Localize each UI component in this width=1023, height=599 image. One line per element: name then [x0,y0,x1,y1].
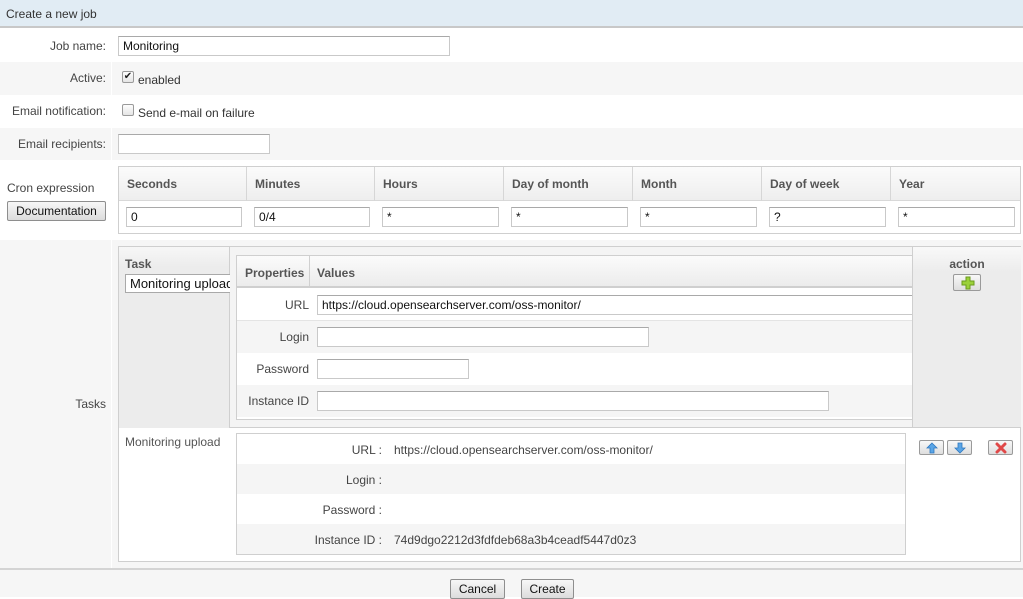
cron-table: Seconds Minutes Hours Day of month Month… [118,166,1021,234]
cron-header-seconds: Seconds [119,167,247,201]
summary-key-password: Password : [322,503,382,517]
arrow-down-icon [954,442,966,454]
summary-row-login: Login : [237,464,905,494]
cron-expression-label: Cron expression [7,181,95,195]
email-notification-checkbox[interactable] [122,104,134,116]
summary-row-url: URL : https://cloud.opensearchserver.com… [237,434,905,464]
email-notification-checkbox-label: Send e-mail on failure [138,106,255,120]
property-key-password: Password [256,362,309,376]
cron-day-of-month-input[interactable] [511,207,628,227]
cron-header-day-of-month: Day of month [504,167,633,201]
email-recipients-row: Email recipients: [0,128,1023,160]
page-title: Create a new job [6,7,97,21]
property-key-instance-id: Instance ID [248,394,309,408]
active-checkbox-label: enabled [138,73,181,87]
delete-task-button[interactable] [988,440,1013,455]
tasks-label: Tasks [75,397,106,411]
summary-row-instance-id: Instance ID : 74d9dgo2212d3fdfdeb68a3b4c… [237,524,905,554]
properties-table: Properties Values URL Login Password Ins… [236,255,917,420]
active-checkbox[interactable]: ✔ [122,71,134,83]
delete-icon [995,442,1007,454]
task-select[interactable]: Monitoring upload [125,274,235,293]
cron-header-year: Year [899,177,925,191]
cron-hours-input[interactable] [382,207,499,227]
active-row: Active: ✔ enabled [0,62,1023,95]
add-task-button[interactable] [953,274,981,291]
existing-task-summary: URL : https://cloud.opensearchserver.com… [236,433,906,555]
summary-row-password: Password : [237,494,905,524]
summary-key-instance-id: Instance ID : [314,533,382,547]
move-up-button[interactable] [919,440,944,455]
summary-key-url: URL : [351,443,382,457]
task-select-column: Task Monitoring upload [119,247,235,428]
documentation-button[interactable]: Documentation [7,201,106,221]
existing-task-name: Monitoring upload [125,435,221,449]
summary-key-login: Login : [345,473,382,487]
cron-day-of-week-input[interactable] [769,207,886,227]
action-column: action [912,247,1021,428]
form-footer: Cancel Create [0,568,1023,599]
properties-panel: Properties Values URL Login Password Ins… [230,247,917,428]
plus-icon [961,276,975,290]
property-key-login: Login [279,330,309,344]
property-row-login: Login [237,321,912,353]
property-row-password: Password [237,353,912,385]
cron-header-month: Month [633,167,762,201]
tasks-panel: Task Monitoring upload Properties Values… [118,246,1021,562]
job-name-row: Job name: [0,30,1023,62]
cron-month-input[interactable] [640,207,757,227]
cron-table-header: Seconds Minutes Hours Day of month Month… [119,167,1020,201]
cron-header-day-of-week: Day of week [762,167,891,201]
cron-seconds-input[interactable] [126,207,242,227]
email-notification-row: Email notification: Send e-mail on failu… [0,95,1023,128]
cron-header-minutes: Minutes [247,167,375,201]
action-header: action [949,257,985,271]
property-login-input[interactable] [317,327,649,347]
arrow-up-icon [926,442,938,454]
property-row-instance-id: Instance ID [237,385,912,417]
property-password-input[interactable] [317,359,469,379]
move-down-button[interactable] [947,440,972,455]
cancel-button[interactable]: Cancel [450,579,505,599]
property-key-url: URL [284,298,309,312]
property-instance-id-input[interactable] [317,391,829,411]
email-recipients-label: Email recipients: [17,137,106,151]
cron-header-hours: Hours [375,167,504,201]
job-name-label: Job name: [49,39,106,53]
email-notification-label: Email notification: [11,104,106,118]
property-row-url: URL [237,290,917,321]
values-header: Values [317,266,356,280]
task-header: Task [125,257,152,271]
summary-value-url: https://cloud.opensearchserver.com/oss-m… [394,443,653,457]
properties-header: Properties [237,256,310,286]
page-title-bar: Create a new job [0,0,1023,28]
create-button[interactable]: Create [521,579,574,599]
cron-year-input[interactable] [898,207,1015,227]
job-name-input[interactable] [118,36,450,56]
active-label: Active: [69,71,106,85]
property-url-input[interactable] [317,295,917,315]
summary-value-instance-id: 74d9dgo2212d3fdfdeb68a3b4ceadf5447d0z3 [394,533,637,547]
cron-minutes-input[interactable] [254,207,370,227]
email-recipients-input[interactable] [118,134,270,154]
properties-table-header: Properties Values [237,256,912,288]
